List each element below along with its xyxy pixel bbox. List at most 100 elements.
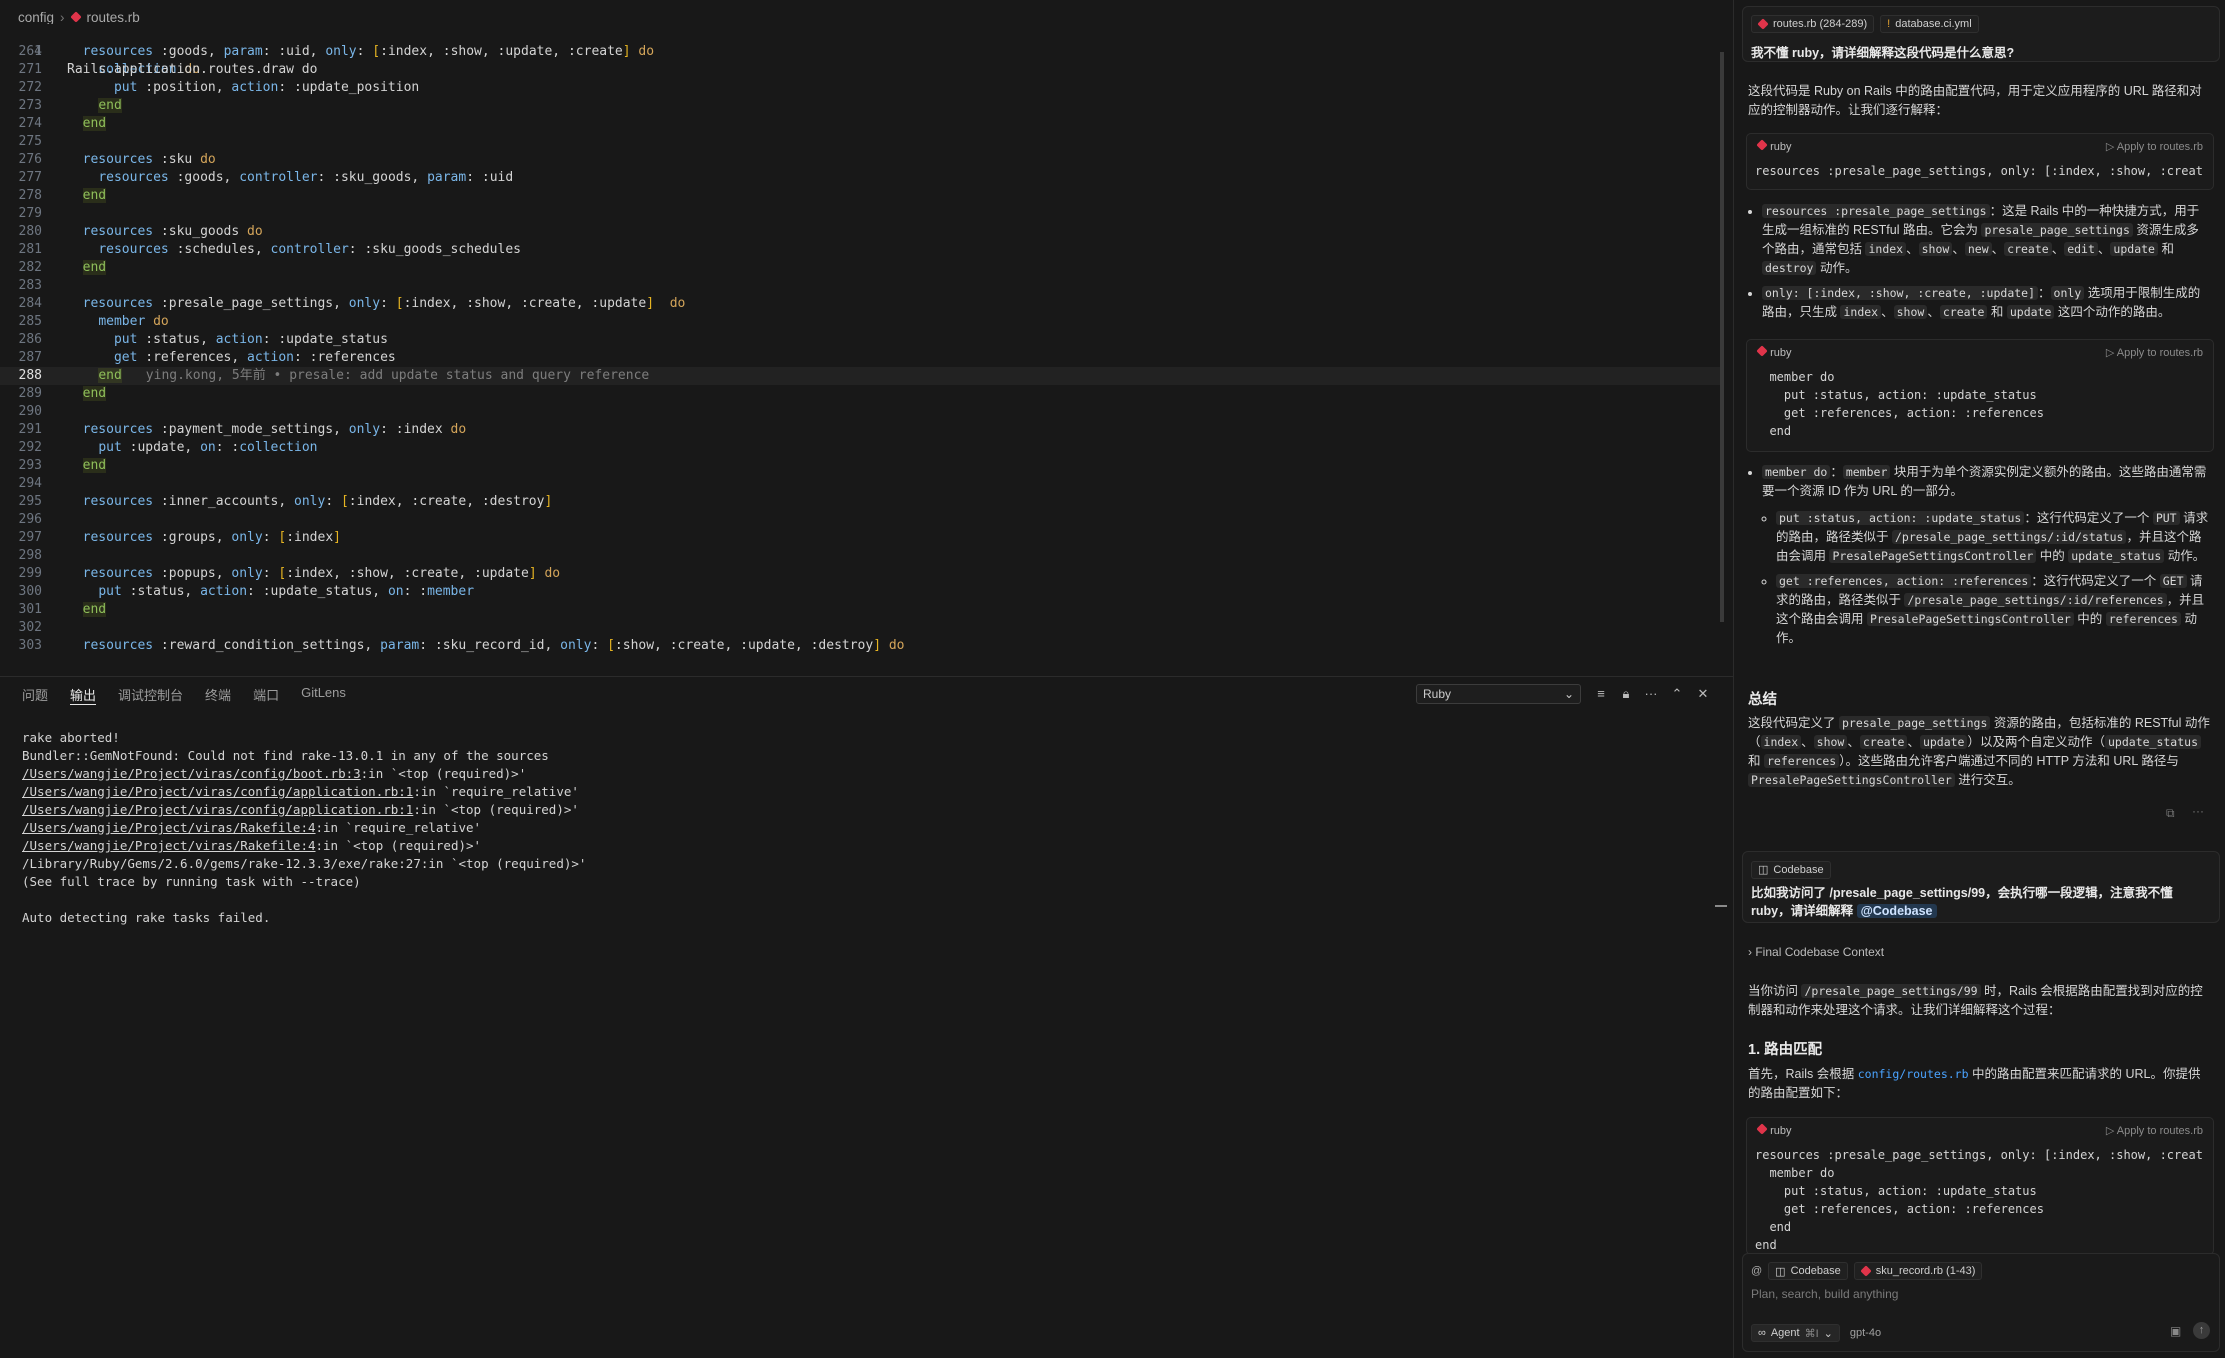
code-line[interactable]: 274 end (0, 115, 1720, 133)
send-icon[interactable]: ↑ (2193, 1322, 2210, 1339)
more-icon[interactable]: ··· (1642, 684, 1660, 704)
more-icon[interactable]: ··· (2192, 804, 2204, 818)
tab-terminal[interactable]: 终端 (205, 685, 231, 705)
file-link[interactable]: /Users/wangjie/Project/viras/config/boot… (22, 766, 361, 781)
chevron-down-icon: ⌄ (1823, 1327, 1833, 1340)
agent-mode-select[interactable]: ∞ Agent ⌘I ⌄ (1751, 1324, 1840, 1342)
code-text: resources :presale_page_settings, only: … (82, 296, 686, 311)
image-icon[interactable]: ▣ (2170, 1324, 2181, 1338)
output-line: /Users/wangjie/Project/viras/config/appl… (22, 802, 579, 817)
code-line[interactable]: 273 end (0, 97, 1720, 115)
scroll-indicator (1715, 905, 1727, 907)
ruby-file-icon (1757, 18, 1769, 30)
list-icon[interactable]: ≡ (1592, 684, 1610, 704)
editor-pane: config › routes.rb 1 Rails.application.r… (0, 0, 1733, 676)
list-item: get :references, action: :references：这行代… (1776, 572, 2210, 648)
code-text: put :status, action: :update_status (113, 332, 388, 347)
close-icon[interactable]: ✕ (1694, 684, 1712, 704)
maximize-icon[interactable]: ⌃ (1668, 684, 1686, 704)
file-link[interactable]: /Users/wangjie/Project/viras/Rakefile:4 (22, 838, 316, 853)
lock-icon[interactable]: 🔒︎ (1617, 684, 1635, 704)
list-item: member do：member 块用于为单个资源实例定义额外的路由。这些路由通… (1762, 463, 2210, 648)
code-line[interactable]: 289 end (0, 385, 1720, 403)
output-channel-select[interactable]: Ruby ⌄ (1416, 684, 1581, 704)
code-line[interactable]: 278 end (0, 187, 1720, 205)
code-line[interactable]: 290 (0, 403, 1720, 421)
context-chip[interactable]: ! database.ci.yml (1880, 15, 1979, 33)
line-number: 297 (18, 530, 42, 545)
code-line[interactable]: 293 end (0, 457, 1720, 475)
code-line[interactable]: 281 resources :schedules, controller: :s… (0, 241, 1720, 259)
git-blame-annotation[interactable]: ying.kong, 5年前 • presale: add update sta… (146, 368, 649, 383)
code-text: resources :popups, only: [:index, :show,… (82, 566, 561, 581)
tab-problems[interactable]: 问题 (22, 685, 48, 705)
apply-button[interactable]: ▷ Apply to routes.rb (2106, 346, 2203, 359)
file-link[interactable]: /Users/wangjie/Project/viras/config/appl… (22, 784, 413, 799)
chat-input[interactable]: Plan, search, build anything (1751, 1287, 1898, 1301)
code-line[interactable]: 292 put :update, on: :collection (0, 439, 1720, 457)
code-line[interactable]: 286 put :status, action: :update_status (0, 331, 1720, 349)
context-chip[interactable]: sku_record.rb (1-43) (1853, 1262, 1983, 1280)
file-link[interactable]: /Users/wangjie/Project/viras/config/appl… (22, 802, 413, 817)
chat-input-box[interactable]: @ ◫ Codebase sku_record.rb (1-43) Plan, s… (1742, 1253, 2220, 1352)
final-context-toggle[interactable]: › Final Codebase Context (1748, 945, 1884, 959)
code-line[interactable]: 275 (0, 133, 1720, 151)
code-line[interactable]: 298 (0, 547, 1720, 565)
code-line[interactable]: 283 (0, 277, 1720, 295)
line-number: 301 (18, 602, 42, 617)
context-chip[interactable]: ◫ Codebase (1751, 860, 1831, 879)
user-message[interactable]: routes.rb (284-289) ! database.ci.yml 我不懂… (1742, 6, 2220, 62)
copy-icon[interactable]: ⧉ (2166, 806, 2175, 821)
chevron-right-icon: › (1748, 945, 1752, 959)
code-line[interactable]: 276 resources :sku do (0, 151, 1720, 169)
user-message[interactable]: ◫ Codebase 比如我访问了 /presale_page_settings/… (1742, 851, 2220, 923)
at-mention-icon[interactable]: @ (1751, 1265, 1762, 1277)
context-chip[interactable]: ◫ Codebase (1768, 1262, 1848, 1280)
code-line[interactable]: 296 (0, 511, 1720, 529)
tab-ports[interactable]: 端口 (253, 685, 279, 705)
code-line[interactable]: 294 (0, 475, 1720, 493)
chevron-right-icon: › (60, 9, 65, 25)
code-line[interactable]: 285 member do (0, 313, 1720, 331)
line-number: 279 (18, 206, 42, 221)
step-heading: 1. 路由匹配 (1748, 1042, 1823, 1058)
code-line[interactable]: 295 resources :inner_accounts, only: [:i… (0, 493, 1720, 511)
code-line[interactable]: 287 get :references, action: :references (0, 349, 1720, 367)
line-number: 295 (18, 494, 42, 509)
code-line[interactable]: 291 resources :payment_mode_settings, on… (0, 421, 1720, 439)
context-chip[interactable]: routes.rb (284-289) (1751, 15, 1875, 33)
model-select[interactable]: gpt-4o (1850, 1327, 1881, 1339)
line-number: 290 (18, 404, 42, 419)
code-line[interactable]: 277 resources :goods, controller: :sku_g… (0, 169, 1720, 187)
code-line[interactable]: 279 (0, 205, 1720, 223)
ruby-icon (1756, 344, 1768, 357)
scrollbar[interactable] (1720, 52, 1724, 622)
breadcrumb-folder[interactable]: config (18, 10, 54, 25)
code-line[interactable]: 272 put :position, action: :update_posit… (0, 79, 1720, 97)
tab-output[interactable]: 输出 (70, 685, 97, 705)
code-text: resources :payment_mode_settings, only: … (82, 422, 467, 437)
code-text: end (82, 458, 107, 473)
code-line[interactable]: 297 resources :groups, only: [:index] (0, 529, 1720, 547)
codebase-icon: ◫ (1775, 1265, 1786, 1278)
line-number: 296 (18, 512, 42, 527)
line-number: 283 (18, 278, 42, 293)
file-link[interactable]: /Users/wangjie/Project/viras/Rakefile:4 (22, 820, 316, 835)
tab-debug-console[interactable]: 调试控制台 (118, 685, 183, 705)
code-line[interactable]: 302 (0, 619, 1720, 637)
code-line[interactable]: 300 put :status, action: :update_status,… (0, 583, 1720, 601)
code-line[interactable]: 280 resources :sku_goods do (0, 223, 1720, 241)
tab-gitlens[interactable]: GitLens (301, 685, 346, 705)
code-line[interactable]: 284 resources :presale_page_settings, on… (0, 295, 1720, 313)
code-line[interactable]: 288 end ying.kong, 5年前 • presale: add upd… (0, 367, 1720, 385)
code-line[interactable]: 303 resources :reward_condition_settings… (0, 637, 1720, 655)
code-line[interactable]: 264 resources :goods, param: :uid, only:… (0, 43, 1720, 61)
apply-button[interactable]: ▷ Apply to routes.rb (2106, 140, 2203, 153)
code-line[interactable]: 282 end (0, 259, 1720, 277)
breadcrumb-file[interactable]: routes.rb (87, 10, 140, 25)
code-line[interactable]: 299 resources :popups, only: [:index, :s… (0, 565, 1720, 583)
output-channel-value: Ruby (1423, 687, 1452, 701)
code-line[interactable]: 301 end (0, 601, 1720, 619)
apply-button[interactable]: ▷ Apply to routes.rb (2106, 1124, 2203, 1137)
sticky-scroll-line[interactable]: 1 Rails.application.routes.draw do (0, 24, 1733, 77)
